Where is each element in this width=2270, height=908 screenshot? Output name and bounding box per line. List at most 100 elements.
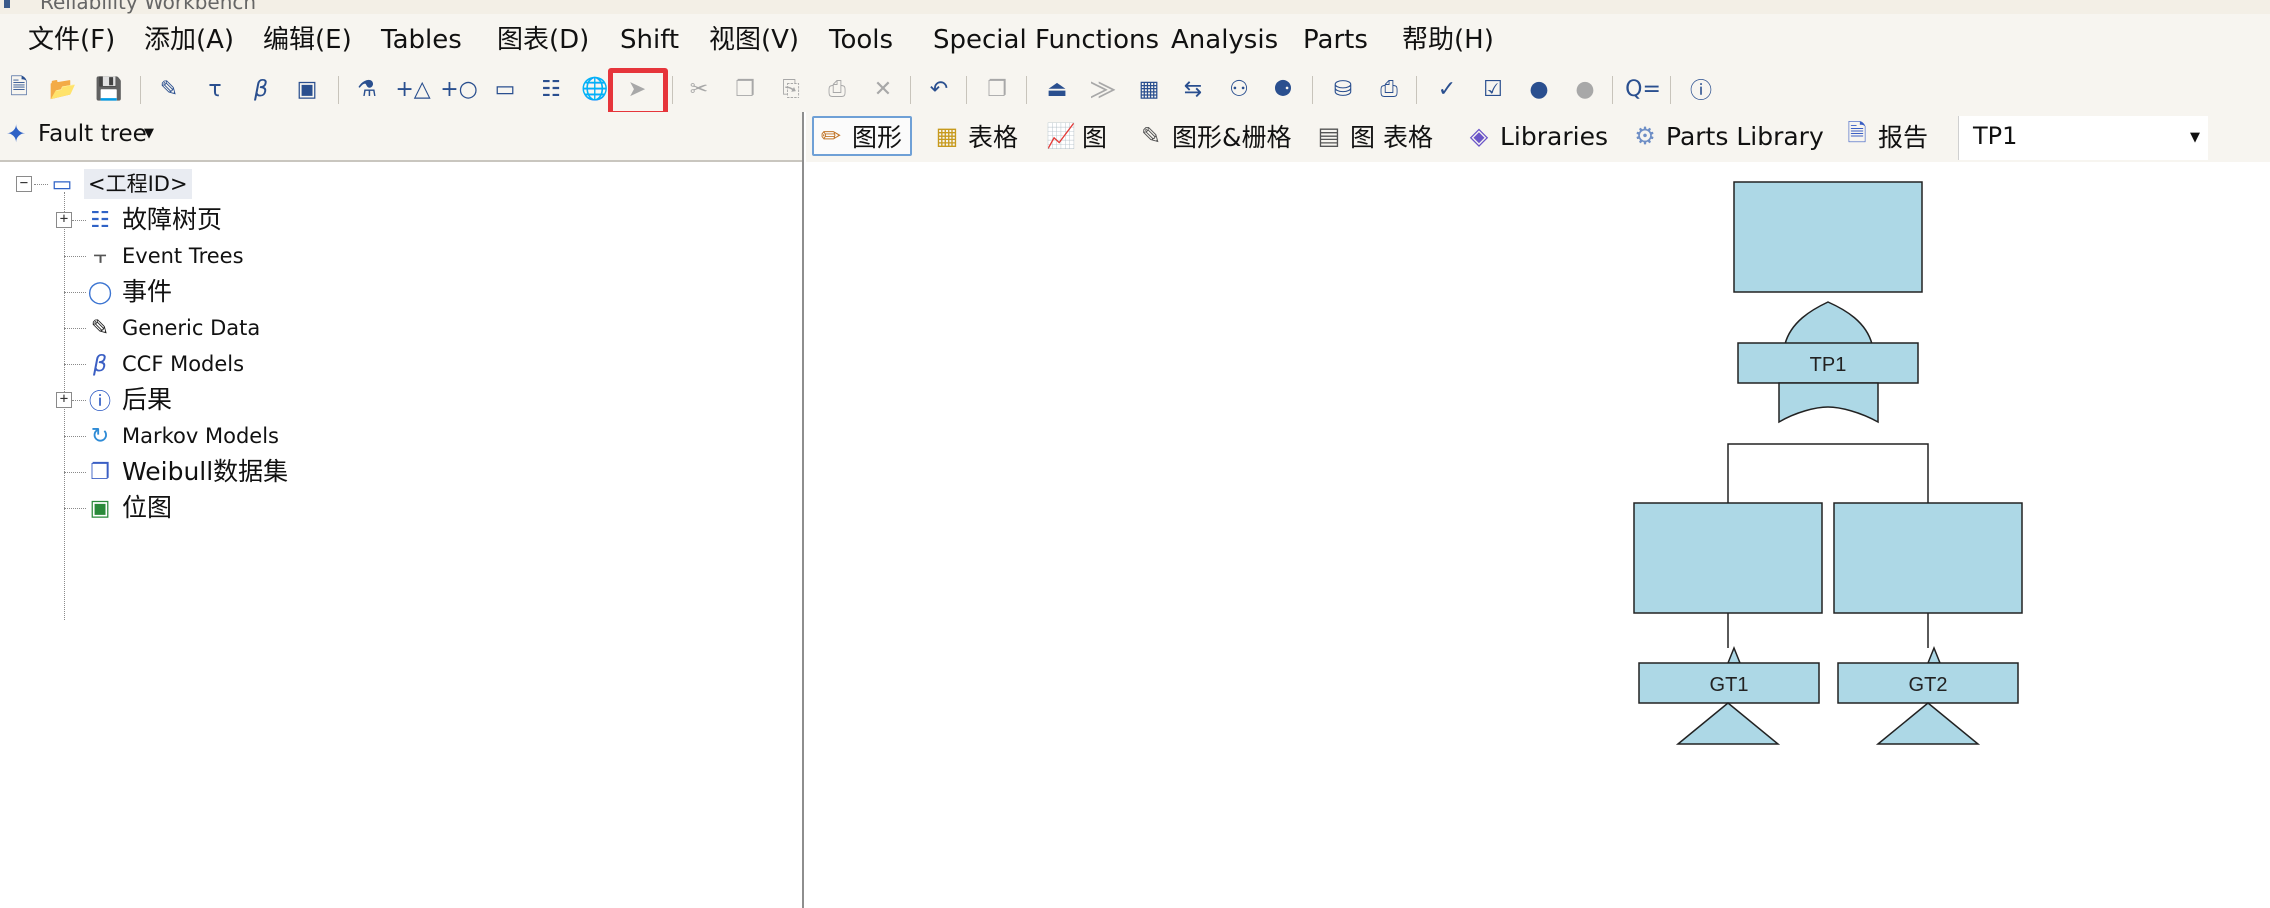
tree-item-ccf-models[interactable]: β CCF Models — [84, 348, 244, 380]
gt2-description-box[interactable] — [1833, 502, 2023, 614]
edit-data-icon[interactable]: ✎ — [152, 72, 186, 106]
view-selector[interactable]: ✦ Fault tree ▼ — [0, 112, 802, 162]
tab-libraries[interactable]: ◈ Libraries — [1462, 116, 1608, 156]
globe-icon[interactable]: 🌐 — [578, 72, 612, 106]
report-icon[interactable]: ⎙ — [1372, 72, 1406, 106]
page-select[interactable]: TP1 ▼ — [1958, 116, 2208, 160]
new-project-icon[interactable]: 🗎 — [2, 72, 36, 106]
menu-help[interactable]: 帮助(H) — [1402, 24, 1494, 56]
add-event-icon[interactable]: +○ — [440, 72, 478, 106]
expand-toggle[interactable]: + — [56, 392, 72, 408]
collapse-toggle[interactable]: − — [16, 176, 32, 192]
tree-item-weibull-datasets[interactable]: ❐ Weibull数据集 — [84, 456, 288, 488]
tab-diagram-grid[interactable]: ✎ 图形&栅格 — [1134, 116, 1292, 156]
fault-tree-diagram: TP1 GT1 GT2 — [1633, 181, 2023, 745]
tau-icon[interactable]: τ — [198, 72, 232, 106]
top-gate-description-box[interactable] — [1733, 181, 1923, 293]
window-icon: ▭ — [51, 171, 73, 197]
clipboard-check-icon[interactable]: ☑ — [1476, 72, 1510, 106]
paste-icon[interactable]: ⎘ — [774, 72, 808, 106]
paste-special-icon[interactable]: ⎙ — [820, 72, 854, 106]
add-gate-icon[interactable]: +△ — [395, 72, 430, 106]
tree-item-label: 位图 — [122, 493, 173, 522]
cut-icon[interactable]: ✂ — [682, 72, 716, 106]
gt1-description-box[interactable] — [1633, 502, 1823, 614]
database-icon[interactable]: ⛁ — [1326, 72, 1360, 106]
grid-icon[interactable]: ▦ — [1132, 72, 1166, 106]
tab-report[interactable]: 🗎 报告 — [1840, 116, 1928, 156]
tab-diagram[interactable]: ✏ 图形 — [812, 116, 913, 156]
toolbar-separator — [338, 76, 339, 104]
transfer-icon[interactable]: ⇆ — [1176, 72, 1210, 106]
edit-data-icon: ✎ — [90, 315, 110, 341]
copy-icon[interactable]: ❐ — [728, 72, 762, 106]
open-folder-icon[interactable]: 📂 — [46, 72, 80, 106]
gear-icon: ⚙ — [1634, 122, 1656, 150]
toolbar-separator — [672, 76, 673, 104]
fault-tree-icon: ✦ — [6, 120, 27, 148]
menu-special-functions[interactable]: Special Functions — [933, 24, 1159, 56]
tree-item-markov-models[interactable]: ↻ Markov Models — [84, 420, 279, 452]
or-gate-bottom-symbol[interactable] — [1778, 382, 1879, 424]
or-gate-top-symbol[interactable] — [1784, 301, 1873, 345]
text-box-icon[interactable]: ▭ — [488, 72, 522, 106]
move-down-icon[interactable]: ⨠ — [1086, 72, 1120, 106]
app-icon — [4, 0, 10, 8]
menu-diagram[interactable]: 图表(D) — [497, 24, 589, 56]
menu-tables[interactable]: Tables — [381, 24, 462, 56]
document-stack-icon: ❐ — [90, 459, 110, 485]
binoculars-find-icon[interactable]: ⚈ — [1266, 72, 1300, 106]
query-icon[interactable]: Q= — [1625, 72, 1661, 106]
tab-table[interactable]: ▦ 表格 — [930, 116, 1018, 156]
chart-icon: 📈 — [1046, 122, 1076, 150]
tree-item-bitmaps[interactable]: ▣ 位图 — [84, 492, 172, 524]
hierarchy-icon: ☷ — [90, 207, 110, 233]
chevron-down-icon: ▼ — [2190, 130, 2200, 145]
menu-analysis[interactable]: Analysis — [1171, 24, 1278, 56]
menu-add[interactable]: 添加(A) — [144, 24, 234, 56]
tp1-label: TP1 — [1810, 354, 1847, 376]
expand-toggle[interactable]: + — [56, 212, 72, 228]
save-icon[interactable]: 💾 — [92, 72, 126, 106]
undo-icon[interactable]: ↶ — [922, 72, 956, 106]
tree-item-consequences[interactable]: ⓘ 后果 — [84, 384, 172, 416]
menu-edit[interactable]: 编辑(E) — [263, 24, 352, 56]
menu-file[interactable]: 文件(F) — [28, 24, 115, 56]
tree-item-project[interactable]: ▭ <工程ID> — [46, 168, 192, 200]
gt2-transfer-tip — [1926, 645, 1942, 664]
window-title: Reliability Workbench — [40, 0, 257, 14]
tree-item-label: Generic Data — [122, 316, 261, 340]
spellcheck-icon[interactable]: ✓ — [1430, 72, 1464, 106]
help-icon[interactable]: ⓘ — [1684, 72, 1718, 106]
tab-parts-library[interactable]: ⚙ Parts Library — [1628, 116, 1824, 156]
title-bar: Reliability Workbench — [0, 0, 2270, 14]
menu-shift[interactable]: Shift — [620, 24, 679, 56]
menu-view[interactable]: 视图(V) — [709, 24, 799, 56]
binoculars-icon[interactable]: ⚇ — [1222, 72, 1256, 106]
beta-icon[interactable]: β — [244, 72, 278, 106]
move-up-icon[interactable]: ⏏ — [1040, 72, 1074, 106]
tab-chart[interactable]: 📈 图 — [1044, 116, 1107, 156]
image-icon[interactable]: ▣ — [290, 72, 324, 106]
menu-parts[interactable]: Parts — [1303, 24, 1368, 56]
tree-item-generic-data[interactable]: ✎ Generic Data — [84, 312, 260, 344]
delete-icon[interactable]: ✕ — [866, 72, 900, 106]
gt2-transfer-triangle[interactable] — [1875, 702, 1981, 745]
tab-chart-table[interactable]: ▤ 图 表格 — [1312, 116, 1433, 156]
chart-table-icon: ▤ — [1317, 122, 1341, 150]
flask-icon[interactable]: ⚗ — [350, 72, 384, 106]
gt2-label: GT2 — [1909, 674, 1948, 696]
tree-item-fault-tree-pages[interactable]: ☷ 故障树页 — [84, 204, 222, 236]
traffic-light-icon[interactable]: ● — [1522, 72, 1556, 106]
map-icon[interactable]: ☷ — [534, 72, 568, 106]
gt1-label: GT1 — [1710, 674, 1749, 696]
duplicate-icon[interactable]: ❐ — [980, 72, 1014, 106]
tab-label: 图 — [1082, 123, 1108, 152]
diagram-canvas[interactable]: TP1 GT1 GT2 — [806, 162, 2270, 908]
gt1-transfer-triangle[interactable] — [1675, 702, 1781, 745]
tree-item-event-trees[interactable]: ⫟ Event Trees — [84, 240, 243, 272]
tree-item-events[interactable]: ◯ 事件 — [84, 276, 172, 308]
tree-connector — [64, 328, 86, 329]
traffic-light-off-icon[interactable]: ● — [1568, 72, 1602, 106]
menu-tools[interactable]: Tools — [829, 24, 893, 56]
